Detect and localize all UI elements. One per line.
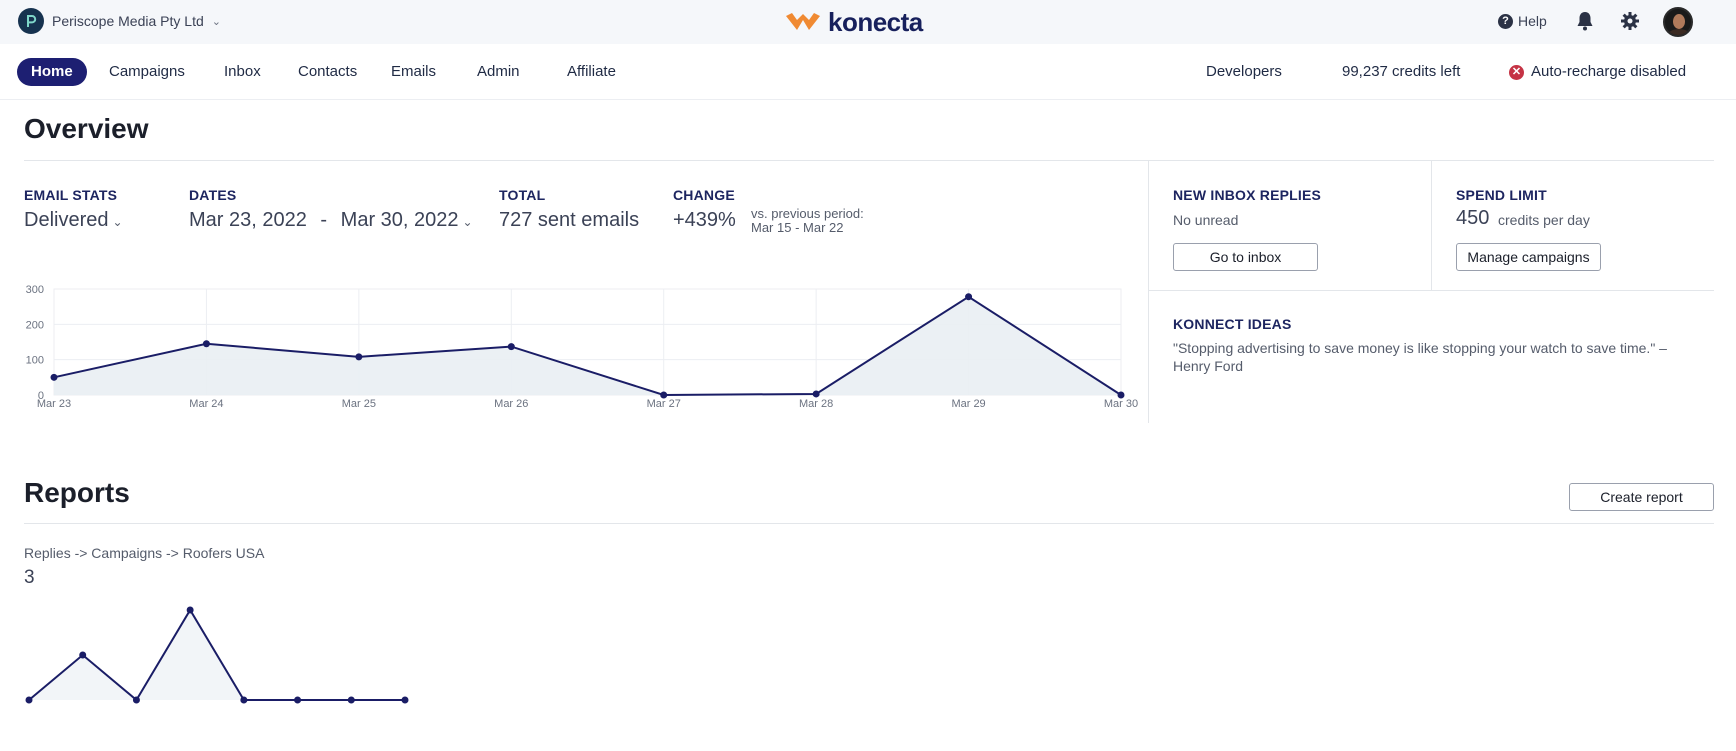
data-point [202, 340, 210, 348]
report-data-point [401, 696, 409, 704]
panel-divider-vertical [1148, 161, 1149, 423]
x-tick-label: Mar 30 [1104, 398, 1138, 410]
dates-label: DATES [189, 187, 237, 203]
report-data-point [347, 696, 355, 704]
error-circle-icon: ✕ [1509, 64, 1524, 80]
spend-limit-unit: credits per day [1498, 212, 1590, 228]
report-sparkline-chart[interactable] [0, 600, 420, 710]
email-stats-select[interactable]: Delivered ⌄ [24, 209, 123, 232]
spend-limit-value: 450 [1456, 207, 1490, 229]
organization-switcher[interactable]: Periscope Media Pty Ltd ⌄ [18, 8, 221, 34]
developers-link[interactable]: Developers [1206, 58, 1282, 86]
bell-icon[interactable] [1576, 11, 1594, 36]
x-tick-label: Mar 26 [494, 398, 528, 410]
overview-divider [24, 160, 1714, 161]
x-tick-label: Mar 23 [37, 398, 71, 410]
date-to: Mar 30, 2022 [340, 209, 459, 231]
total-value: 727 sent emails [499, 209, 640, 231]
email-stats-value: Delivered [24, 209, 109, 231]
inbox-status: No unread [1173, 212, 1239, 228]
gear-icon[interactable] [1620, 11, 1640, 36]
panel-divider-vertical-2 [1431, 161, 1432, 290]
avatar[interactable] [1663, 7, 1693, 37]
auto-recharge-status[interactable]: ✕ Auto-recharge disabled [1509, 58, 1686, 86]
data-point [812, 390, 820, 398]
organization-name: Periscope Media Pty Ltd [52, 13, 204, 29]
auto-recharge-label: Auto-recharge disabled [1531, 63, 1687, 80]
report-data-point [25, 696, 33, 704]
y-tick-label: 200 [26, 319, 44, 331]
nav-item-emails[interactable]: Emails [391, 58, 436, 86]
x-tick-label: Mar 27 [647, 398, 681, 410]
go-to-inbox-button[interactable]: Go to inbox [1173, 243, 1318, 271]
nav-item-admin[interactable]: Admin [477, 58, 520, 86]
report-data-point [132, 696, 140, 704]
data-point [965, 293, 973, 301]
brand-logo[interactable]: konecta [784, 8, 923, 36]
nav-item-affiliate[interactable]: Affiliate [567, 58, 616, 86]
data-point [1117, 391, 1125, 399]
nav-item-inbox[interactable]: Inbox [224, 58, 261, 86]
konnect-ideas-label: KONNECT IDEAS [1173, 316, 1292, 332]
spend-limit-label: SPEND LIMIT [1456, 187, 1547, 203]
overview-title: Overview [24, 113, 149, 144]
y-tick-label: 300 [26, 284, 44, 296]
x-tick-label: Mar 29 [951, 398, 985, 410]
chevron-down-icon: ⌄ [211, 15, 221, 28]
report-data-point [186, 606, 194, 614]
x-tick-label: Mar 28 [799, 398, 833, 410]
x-tick-label: Mar 24 [189, 398, 223, 410]
manage-campaigns-button[interactable]: Manage campaigns [1456, 243, 1601, 271]
konecta-mark-icon [786, 13, 820, 30]
create-report-button[interactable]: Create report [1569, 483, 1714, 511]
data-point [660, 391, 668, 399]
inbox-replies-label: NEW INBOX REPLIES [1173, 187, 1322, 203]
date-range-picker[interactable]: Mar 23, 2022 - Mar 30, 2022 ⌄ [189, 209, 473, 232]
delivered-emails-chart: 0100200300Mar 23 Mar 24 Mar 25 Mar 26 Mar 27… [26, 284, 1138, 410]
main-nav: Home Campaigns Inbox Contacts Emails Adm… [0, 44, 1736, 100]
chevron-down-icon: ⌄ [462, 215, 473, 229]
nav-item-campaigns[interactable]: Campaigns [109, 58, 185, 86]
konnect-ideas-quote: "Stopping advertising to save money is l… [1173, 340, 1667, 374]
data-point [507, 343, 515, 351]
reports-divider [24, 523, 1714, 524]
nav-item-home[interactable]: Home [17, 58, 87, 86]
y-tick-label: 100 [26, 355, 44, 367]
organization-logo [18, 8, 44, 34]
report-data-point [294, 696, 302, 704]
total-label: TOTAL [499, 187, 546, 203]
chevron-down-icon: ⌄ [112, 215, 123, 229]
date-from: Mar 23, 2022 [189, 209, 307, 231]
change-value: +439% [673, 209, 736, 231]
change-note-line-1: vs. previous period: [751, 206, 864, 221]
report-data-point [240, 696, 248, 704]
x-tick-label: Mar 25 [342, 398, 376, 410]
nav-item-contacts[interactable]: Contacts [298, 58, 357, 86]
data-point [50, 373, 58, 381]
credits-left: 99,237 credits left [1342, 63, 1461, 80]
help-link[interactable]: ? Help [1498, 13, 1547, 29]
report-data-point [79, 651, 87, 659]
report-path[interactable]: Replies -> Campaigns -> Roofers USA [24, 545, 264, 561]
top-bar: Periscope Media Pty Ltd ⌄ konecta ? Help [0, 0, 1736, 44]
help-label: Help [1518, 13, 1547, 29]
brand-name: konecta [828, 7, 923, 37]
panel-divider-horizontal [1148, 290, 1714, 291]
report-total: 3 [24, 567, 35, 588]
change-note-line-2: Mar 15 - Mar 22 [751, 220, 844, 235]
data-point [355, 353, 363, 361]
reports-title: Reports [24, 477, 130, 508]
date-separator: - [320, 209, 328, 231]
email-stats-label: EMAIL STATS [24, 187, 118, 203]
help-icon: ? [1498, 13, 1513, 29]
change-label: CHANGE [673, 187, 735, 203]
